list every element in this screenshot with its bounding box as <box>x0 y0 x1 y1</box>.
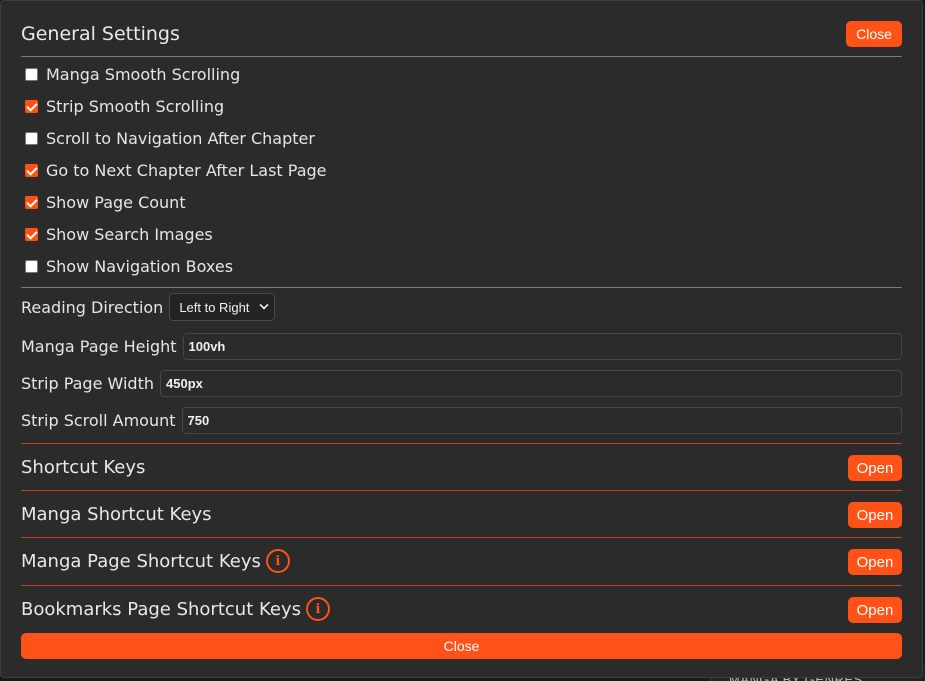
info-icon[interactable]: i <box>305 597 330 621</box>
manga-page-height-label: Manga Page Height <box>21 336 177 356</box>
checkbox[interactable] <box>25 131 38 145</box>
info-icon[interactable]: i <box>265 549 290 573</box>
reading-direction-label: Reading Direction <box>21 297 164 317</box>
checkbox-row-show-search-images[interactable]: Show Search Images <box>25 218 902 250</box>
checkbox-label: Manga Smooth Scrolling <box>46 64 241 84</box>
modal-title: General Settings <box>21 23 180 45</box>
checkbox-row-show-navigation-boxes[interactable]: Show Navigation Boxes <box>25 250 902 282</box>
strip-scroll-amount-input[interactable]: 750 <box>181 406 902 434</box>
checkbox-row-scroll-to-navigation[interactable]: Scroll to Navigation After Chapter <box>25 122 902 154</box>
open-shortcut-keys-button[interactable]: Open <box>848 455 902 481</box>
section-title: Shortcut Keys <box>21 456 146 478</box>
checkbox-label: Show Search Images <box>46 224 213 244</box>
checkbox-label: Strip Smooth Scrolling <box>46 96 225 116</box>
reading-direction-select[interactable]: Left to Right <box>169 293 276 321</box>
open-bookmarks-page-shortcut-keys-button[interactable]: Open <box>848 597 902 623</box>
manga-page-height-row: Manga Page Height 100vh <box>21 332 902 360</box>
strip-page-width-label: Strip Page Width <box>21 373 154 393</box>
checkbox-label: Go to Next Chapter After Last Page <box>46 160 327 180</box>
checkbox[interactable] <box>25 259 38 273</box>
reading-direction-value: Left to Right <box>179 299 250 315</box>
divider <box>21 287 902 288</box>
open-manga-page-shortcut-keys-button[interactable]: Open <box>848 549 902 575</box>
header-close-button[interactable]: Close <box>846 21 902 47</box>
checkbox[interactable] <box>25 163 38 177</box>
manga-page-height-input[interactable]: 100vh <box>182 332 902 360</box>
checkbox[interactable] <box>25 67 38 81</box>
checkbox-list: Manga Smooth Scrolling Strip Smooth Scro… <box>25 58 902 282</box>
footer-close-button[interactable]: Close <box>21 633 902 659</box>
checkbox[interactable] <box>25 195 38 209</box>
section-manga-shortcut-keys: Manga Shortcut Keys Open <box>21 491 902 537</box>
strip-scroll-amount-row: Strip Scroll Amount 750 <box>21 406 902 434</box>
checkbox[interactable] <box>25 227 38 241</box>
checkbox-label: Show Page Count <box>46 192 186 212</box>
strip-scroll-amount-label: Strip Scroll Amount <box>21 410 176 430</box>
modal-header: General Settings Close <box>21 19 902 57</box>
section-title: Manga Page Shortcut Keys <box>21 550 261 572</box>
checkbox-row-manga-smooth-scrolling[interactable]: Manga Smooth Scrolling <box>25 58 902 90</box>
section-bookmarks-page-shortcut-keys: Bookmarks Page Shortcut Keys i Open <box>21 586 902 632</box>
checkbox-label: Scroll to Navigation After Chapter <box>46 128 315 148</box>
chevron-down-icon <box>259 300 269 310</box>
strip-page-width-input[interactable]: 450px <box>160 369 902 397</box>
section-shortcut-keys: Shortcut Keys Open <box>21 444 902 490</box>
strip-page-width-row: Strip Page Width 450px <box>21 369 902 397</box>
section-title: Bookmarks Page Shortcut Keys <box>21 598 301 620</box>
checkbox[interactable] <box>25 99 38 113</box>
section-manga-page-shortcut-keys: Manga Page Shortcut Keys i Open <box>21 538 902 584</box>
open-manga-shortcut-keys-button[interactable]: Open <box>848 502 902 528</box>
checkbox-label: Show Navigation Boxes <box>46 256 234 276</box>
reading-direction-row: Reading Direction Left to Right <box>21 293 902 321</box>
checkbox-row-strip-smooth-scrolling[interactable]: Strip Smooth Scrolling <box>25 90 902 122</box>
checkbox-row-go-to-next-chapter[interactable]: Go to Next Chapter After Last Page <box>25 154 902 186</box>
general-settings-modal: General Settings Close Manga Smooth Scro… <box>0 0 923 678</box>
section-title: Manga Shortcut Keys <box>21 503 212 525</box>
checkbox-row-show-page-count[interactable]: Show Page Count <box>25 186 902 218</box>
